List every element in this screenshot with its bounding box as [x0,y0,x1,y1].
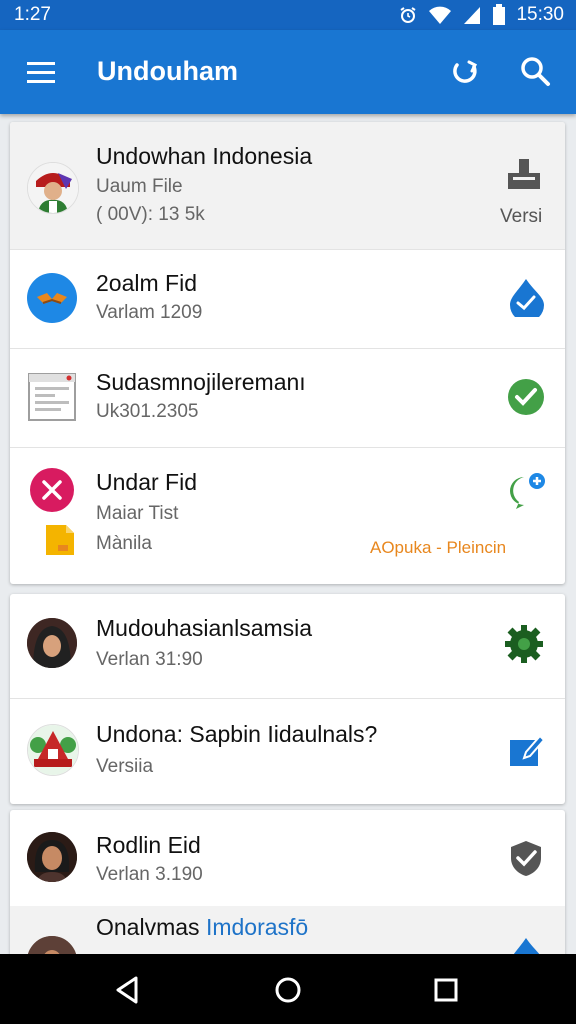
download-tray-icon[interactable] [504,155,544,195]
item-title: Onalvmas Imdorasfō [96,914,308,941]
item-subtitle: Uk301.2305 [96,401,199,422]
item-subtitle: Versiia [96,756,154,777]
list-item[interactable]: Rodlin Eid Verlan 3.190 [10,810,565,907]
avatar [27,162,79,214]
edit-icon[interactable] [506,730,546,770]
list-item[interactable]: 2oalm Fid Varlam 1209 [10,249,565,349]
search-icon[interactable] [516,52,554,90]
check-circle-icon[interactable] [506,377,546,417]
link-text[interactable]: AOpuka - Pleincin [370,538,506,558]
list-item[interactable]: Undar Fid Maiar Tist Mànila AOpuka - Ple… [10,447,565,584]
recents-icon[interactable] [430,974,462,1006]
file-name: Mànila [96,533,152,554]
item-title-link[interactable]: Imdorasfō [206,914,308,940]
item-meta: ( 00V): 13 5k [96,204,205,225]
document-icon [27,372,77,422]
status-time-left: 1:27 [14,4,51,25]
list-item[interactable]: Mudouhasianlsamsia Verlan 31:90 [10,594,565,699]
avatar [27,273,77,323]
item-title: Rodlin Eid [96,832,201,858]
back-icon[interactable] [112,974,144,1006]
list-item[interactable]: Undowhan Indonesia Uaum File ( 00V): 13 … [10,122,565,250]
droplet-check-icon[interactable] [506,277,546,317]
list-item[interactable]: Sudasmnojileremanı Uk301.2305 [10,348,565,448]
home-icon[interactable] [272,974,304,1006]
status-bar: 1:27 15:30 [0,0,576,30]
file-list-card: Rodlin Eid Verlan 3.190 Onalvmas Imdoras… [10,810,565,970]
item-subtitle: Uaum File [96,176,183,197]
item-title: Mudouhasianlsamsia [96,615,313,641]
item-title: Undowhan Indonesia [96,143,313,169]
chat-add-icon[interactable] [506,471,546,511]
app-title: Undouham [97,56,238,86]
item-subtitle: Maiar Tist [96,503,179,524]
battery-icon [493,4,506,25]
avatar [27,832,77,882]
app-bar: Undouham [0,30,576,114]
avatar [27,724,79,776]
item-title-text: Onalvmas [96,914,200,940]
file-icon [46,525,74,555]
item-subtitle: Verlan 3.190 [96,864,203,885]
file-list-card: Mudouhasianlsamsia Verlan 31:90 Undona: … [10,594,565,804]
item-title: Sudasmnojileremanı [96,369,306,395]
navigation-bar [0,954,576,1024]
item-title: Undona: Sapbin Iidaulnals? [96,721,378,747]
item-subtitle: Varlam 1209 [96,302,203,323]
version-action-label[interactable]: Versi [500,206,542,228]
item-title: Undar Fid [96,469,197,495]
list-item[interactable]: Undona: Sapbin Iidaulnals? Versiia [10,698,565,804]
gear-icon[interactable] [504,624,544,664]
item-title: 2oalm Fid [96,270,197,296]
avatar [27,618,77,668]
item-subtitle: Verlan 31:90 [96,649,203,670]
alarm-icon [400,7,417,23]
wifi-icon [429,6,452,24]
shield-check-icon[interactable] [506,838,546,878]
close-circle-icon[interactable] [29,467,75,513]
menu-icon[interactable] [24,56,58,88]
refresh-icon[interactable] [446,52,484,90]
status-time-right: 15:30 [516,4,564,25]
signal-icon [464,7,481,24]
file-list-card: Undowhan Indonesia Uaum File ( 00V): 13 … [10,122,565,584]
